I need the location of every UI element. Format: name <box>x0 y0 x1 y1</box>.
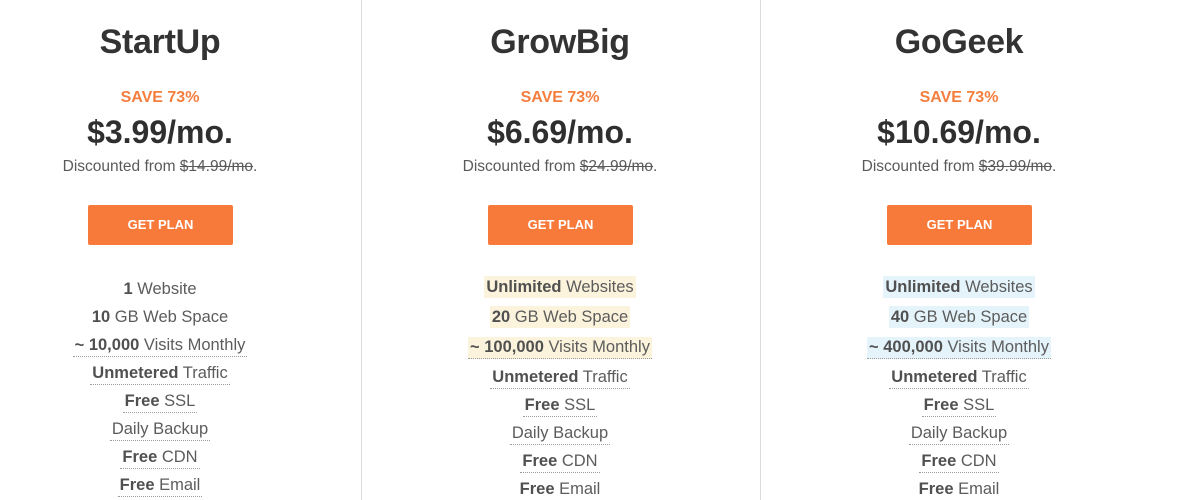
feature-backup[interactable]: Daily Backup <box>0 418 320 446</box>
discount-prefix: Discounted from <box>861 158 979 175</box>
save-badge: SAVE 73% <box>120 89 200 106</box>
get-plan-button-startup[interactable]: GET PLAN <box>88 205 233 245</box>
feature-tooltip-trigger[interactable]: ~ 10,000 Visits Monthly <box>72 335 248 357</box>
feature-tooltip-trigger[interactable]: Free SSL <box>522 395 598 417</box>
feature-tooltip-trigger[interactable]: Free CDN <box>919 451 999 473</box>
feature-tooltip-trigger[interactable]: Daily Backup <box>109 419 211 441</box>
feature-cdn[interactable]: Free CDN <box>799 450 1119 478</box>
plan-price: $10.69/mo. <box>877 114 1041 150</box>
feature-ssl[interactable]: Free SSL <box>400 394 720 422</box>
feature-cdn[interactable]: Free CDN <box>400 450 720 478</box>
feature-text-highlighted: Unlimited Websites <box>883 276 1035 298</box>
feature-traffic[interactable]: Unmetered Traffic <box>400 366 720 394</box>
feature-email[interactable]: Free Email <box>799 478 1119 500</box>
feature-tooltip-trigger[interactable]: Unmetered Traffic <box>889 367 1029 389</box>
feature-email[interactable]: Free Email <box>400 478 720 500</box>
feature-traffic[interactable]: Unmetered Traffic <box>0 362 320 390</box>
save-badge: SAVE 73% <box>520 89 600 106</box>
discount-suffix: . <box>653 158 658 175</box>
plan-price: $6.69/mo. <box>487 114 633 150</box>
discount-prefix: Discounted from <box>462 158 580 175</box>
feature-email[interactable]: Free Email <box>0 474 320 500</box>
feature-web-space: 10 GB Web Space <box>0 306 320 334</box>
feature-text: 1 Website <box>123 280 197 298</box>
feature-list: Unlimited Websites 40 GB Web Space ~ 400… <box>799 276 1119 500</box>
feature-text-highlighted: 40 GB Web Space <box>888 306 1030 328</box>
feature-tooltip-trigger[interactable]: Free CDN <box>520 451 600 473</box>
feature-visits[interactable]: ~ 10,000 Visits Monthly <box>0 334 320 362</box>
feature-text: 10 GB Web Space <box>91 308 229 326</box>
feature-tooltip-trigger[interactable]: Unmetered Traffic <box>490 367 630 389</box>
discount-note: Discounted from $14.99/mo. <box>0 157 320 177</box>
feature-ssl[interactable]: Free SSL <box>799 394 1119 422</box>
feature-ssl[interactable]: Free SSL <box>0 390 320 418</box>
feature-tooltip-trigger[interactable]: ~ 100,000 Visits Monthly <box>468 337 652 359</box>
feature-cdn[interactable]: Free CDN <box>0 446 320 474</box>
pricing-plans: StartUp SAVE 73% $3.99/mo. Discounted fr… <box>0 0 1200 500</box>
feature-backup[interactable]: Daily Backup <box>799 422 1119 450</box>
plan-name: StartUp <box>99 23 221 61</box>
feature-websites: Unlimited Websites <box>799 276 1119 306</box>
feature-text-highlighted: Unlimited Websites <box>484 276 636 298</box>
plan-card-startup: StartUp SAVE 73% $3.99/mo. Discounted fr… <box>0 0 361 500</box>
original-price: $39.99/mo <box>978 158 1053 175</box>
feature-list: Unlimited Websites 20 GB Web Space ~ 100… <box>400 276 720 500</box>
feature-tooltip-trigger[interactable]: Free SSL <box>122 391 198 413</box>
plan-card-gogeek: GoGeek SAVE 73% $10.69/mo. Discounted fr… <box>760 0 1200 500</box>
discount-suffix: . <box>1052 158 1057 175</box>
plan-name: GoGeek <box>894 23 1024 61</box>
plan-name: GrowBig <box>490 23 630 61</box>
feature-websites: Unlimited Websites <box>400 276 720 306</box>
feature-text-highlighted: 20 GB Web Space <box>489 306 631 328</box>
feature-visits[interactable]: ~ 100,000 Visits Monthly <box>400 336 720 366</box>
get-plan-button-gogeek[interactable]: GET PLAN <box>887 205 1032 245</box>
feature-tooltip-trigger[interactable]: Free Email <box>518 479 603 500</box>
feature-backup[interactable]: Daily Backup <box>400 422 720 450</box>
discount-note: Discounted from $39.99/mo. <box>799 157 1119 177</box>
feature-tooltip-trigger[interactable]: ~ 400,000 Visits Monthly <box>867 337 1051 359</box>
plan-price: $3.99/mo. <box>87 114 233 150</box>
plan-card-growbig: GrowBig SAVE 73% $6.69/mo. Discounted fr… <box>361 0 760 500</box>
get-plan-button-growbig[interactable]: GET PLAN <box>488 205 633 245</box>
feature-tooltip-trigger[interactable]: Unmetered Traffic <box>90 363 230 385</box>
feature-tooltip-trigger[interactable]: Free Email <box>117 475 203 497</box>
feature-traffic[interactable]: Unmetered Traffic <box>799 366 1119 394</box>
discount-prefix: Discounted from <box>62 158 180 175</box>
feature-tooltip-trigger[interactable]: Daily Backup <box>908 423 1010 445</box>
save-badge: SAVE 73% <box>919 89 999 106</box>
feature-list: 1 Website 10 GB Web Space ~ 10,000 Visit… <box>0 278 320 500</box>
original-price: $14.99/mo <box>179 158 254 175</box>
feature-tooltip-trigger[interactable]: Daily Backup <box>509 423 611 445</box>
discount-suffix: . <box>253 158 258 175</box>
feature-tooltip-trigger[interactable]: Free SSL <box>921 395 997 417</box>
original-price: $24.99/mo <box>579 158 654 175</box>
feature-tooltip-trigger[interactable]: Free CDN <box>120 447 200 469</box>
discount-note: Discounted from $24.99/mo. <box>400 157 720 177</box>
feature-websites: 1 Website <box>0 278 320 306</box>
feature-web-space: 20 GB Web Space <box>400 306 720 336</box>
feature-tooltip-trigger[interactable]: Free Email <box>917 479 1002 500</box>
feature-visits[interactable]: ~ 400,000 Visits Monthly <box>799 336 1119 366</box>
feature-web-space: 40 GB Web Space <box>799 306 1119 336</box>
